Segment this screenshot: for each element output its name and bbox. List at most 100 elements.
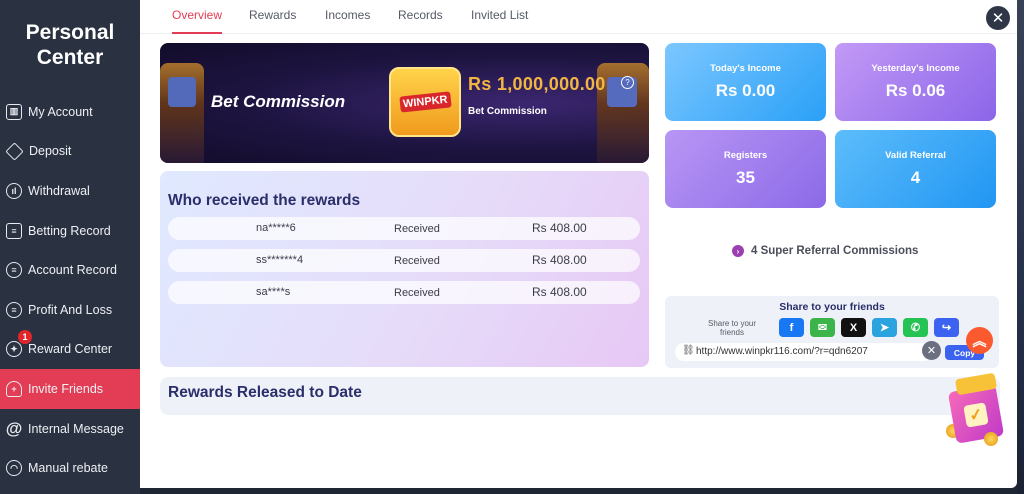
sidebar-item-label: Reward Center xyxy=(28,342,113,357)
share-panel: Share to your friends Share to your frie… xyxy=(665,296,999,368)
sidebar-item-deposit[interactable]: Deposit xyxy=(0,132,140,172)
banner-subtitle: Bet Commission xyxy=(468,106,547,117)
share-label: Share to your friends xyxy=(701,319,763,337)
reward-amount: Rs 408.00 xyxy=(532,221,587,235)
whatsapp-icon: ✆ xyxy=(910,322,921,334)
tab-overview[interactable]: Overview xyxy=(172,8,223,34)
clear-button[interactable]: ✕ xyxy=(922,341,941,360)
sidebar-item-reward-center[interactable]: ✦ 1 Reward Center xyxy=(0,329,140,370)
help-icon[interactable]: ? xyxy=(621,76,634,89)
registers-card: Registers 35 xyxy=(665,130,826,208)
tab-rewards[interactable]: Rewards xyxy=(249,8,296,34)
sidebar-item-label: Deposit xyxy=(29,144,72,159)
sidebar-title: Personal Center xyxy=(0,0,140,92)
notification-badge: 1 xyxy=(18,329,32,344)
sidebar-item-invite-friends[interactable]: + Invite Friends xyxy=(0,369,140,409)
valid-referral-card: Valid Referral 4 xyxy=(835,130,996,208)
withdrawal-icon: ıl xyxy=(6,182,22,199)
sidebar-item-label: Account Record xyxy=(28,263,117,278)
gift-icon: ✦ xyxy=(6,341,22,358)
banner-amount: Rs 1,000,000.00 xyxy=(468,74,606,94)
tab-incomes[interactable]: Incomes xyxy=(325,8,370,34)
reward-row: sa****s Received Rs 408.00 xyxy=(168,281,640,304)
winpkr-logo: WINPKR xyxy=(389,67,461,137)
banner-title: Bet Commission xyxy=(211,92,346,111)
x-icon: X xyxy=(849,321,858,334)
reward-status: Received xyxy=(394,287,440,299)
referral-url-field[interactable]: ⛓ http://www.winpkr116.com/?r=qdn6207 xyxy=(675,343,933,361)
todays-income-card: Today's Income Rs 0.00 xyxy=(665,43,826,121)
sidebar-item-my-account[interactable]: ▥ My Account xyxy=(0,92,140,132)
card-value: Rs 0.00 xyxy=(715,81,776,100)
card-value: 4 xyxy=(910,168,921,187)
sidebar-item-label: Internal Message xyxy=(28,421,124,436)
close-button[interactable]: ✕ xyxy=(986,6,1010,30)
sidebar-item-label: Profit And Loss xyxy=(28,302,113,317)
background-edge xyxy=(1017,0,1024,494)
check-icon: ✓ xyxy=(963,402,989,428)
facebook-icon: f xyxy=(789,321,794,334)
sidebar-item-label: My Account xyxy=(28,104,93,119)
close-icon: ✕ xyxy=(926,345,937,357)
tab-bar: Overview Rewards Incomes Records Invited… xyxy=(140,0,1017,34)
sidebar-item-label: Withdrawal xyxy=(28,183,90,198)
wallet-icon: ▥ xyxy=(6,103,22,120)
reward-row: na*****6 Received Rs 408.00 xyxy=(168,217,640,240)
sidebar-item-betting-record[interactable]: ≡ Betting Record xyxy=(0,211,140,251)
forward-share-button[interactable]: ↪ xyxy=(934,318,959,337)
super-referral-label: 4 Super Referral Commissions xyxy=(751,245,919,257)
share-label-text: Share to your friends xyxy=(707,319,757,337)
rewards-released-panel: Rewards Released to Date xyxy=(160,377,1000,415)
x-share-button[interactable]: X xyxy=(841,318,866,337)
facebook-share-button[interactable]: f xyxy=(779,318,804,337)
rebate-icon: ◠ xyxy=(6,460,22,477)
sidebar-title-line2: Center xyxy=(36,46,104,69)
double-chevron-up-icon: ︽ xyxy=(972,332,987,349)
share-icon: ↪ xyxy=(941,322,952,334)
message-icon: ✉ xyxy=(817,322,828,334)
main-panel: Overview Rewards Incomes Records Invited… xyxy=(140,0,1017,488)
telegram-icon: ➤ xyxy=(879,322,890,334)
reward-amount: Rs 408.00 xyxy=(532,285,587,299)
sidebar-item-internal-message[interactable]: @ Internal Message xyxy=(0,409,140,449)
super-referral-link[interactable]: › 4 Super Referral Commissions xyxy=(732,245,918,257)
reward-user: ss*******4 xyxy=(256,254,304,266)
referral-url: http://www.winpkr116.com/?r=qdn6207 xyxy=(696,346,868,357)
document-icon: ≡ xyxy=(6,222,22,239)
card-label: Valid Referral xyxy=(885,150,946,161)
sidebar-item-label: Invite Friends xyxy=(28,381,104,396)
card-value: 35 xyxy=(736,168,755,187)
whatsapp-share-button[interactable]: ✆ xyxy=(903,318,928,337)
reward-status: Received xyxy=(394,255,440,267)
bet-commission-banner: Bet Commission WINPKR Rs 1,000,000.00 Be… xyxy=(160,43,649,163)
tab-invited-list[interactable]: Invited List xyxy=(471,8,528,34)
tab-records[interactable]: Records xyxy=(398,8,443,34)
sidebar-item-account-record[interactable]: ≡ Account Record xyxy=(0,250,140,290)
coin-icon xyxy=(984,432,998,446)
yesterdays-income-card: Yesterday's Income Rs 0.06 xyxy=(835,43,996,121)
sms-share-button[interactable]: ✉ xyxy=(810,318,835,337)
reward-amount: Rs 408.00 xyxy=(532,253,587,267)
logo-text: WINPKR xyxy=(398,91,451,113)
close-icon: ✕ xyxy=(991,10,1005,27)
sidebar-item-manual-rebate[interactable]: ◠ Manual rebate xyxy=(0,448,140,488)
sidebar-item-profit-and-loss[interactable]: ≡ Profit And Loss xyxy=(0,290,140,330)
reward-user: sa****s xyxy=(256,286,291,298)
telegram-share-button[interactable]: ➤ xyxy=(872,318,897,337)
deposit-icon xyxy=(5,142,24,161)
sidebar-item-withdrawal[interactable]: ıl Withdrawal xyxy=(0,171,140,211)
card-value: Rs 0.06 xyxy=(885,81,946,100)
rewards-released-title: Rewards Released to Date xyxy=(168,384,362,401)
sidebar-title-line1: Personal xyxy=(25,21,115,44)
sidebar-item-label: Manual rebate xyxy=(28,461,108,476)
at-icon: @ xyxy=(5,418,23,438)
chevron-right-icon: › xyxy=(732,245,744,257)
card-label: Today's Income xyxy=(710,63,781,74)
link-icon: ⛓ xyxy=(682,345,695,356)
rewards-title: Who received the rewards xyxy=(168,192,361,209)
scroll-top-button[interactable]: ︽ xyxy=(966,327,993,354)
share-title: Share to your friends xyxy=(779,301,885,313)
rewards-panel: Who received the rewards na*****6 Receiv… xyxy=(160,171,649,367)
gift-box-icon[interactable]: ✓ xyxy=(944,372,1006,446)
slot-machine-image xyxy=(160,63,204,163)
